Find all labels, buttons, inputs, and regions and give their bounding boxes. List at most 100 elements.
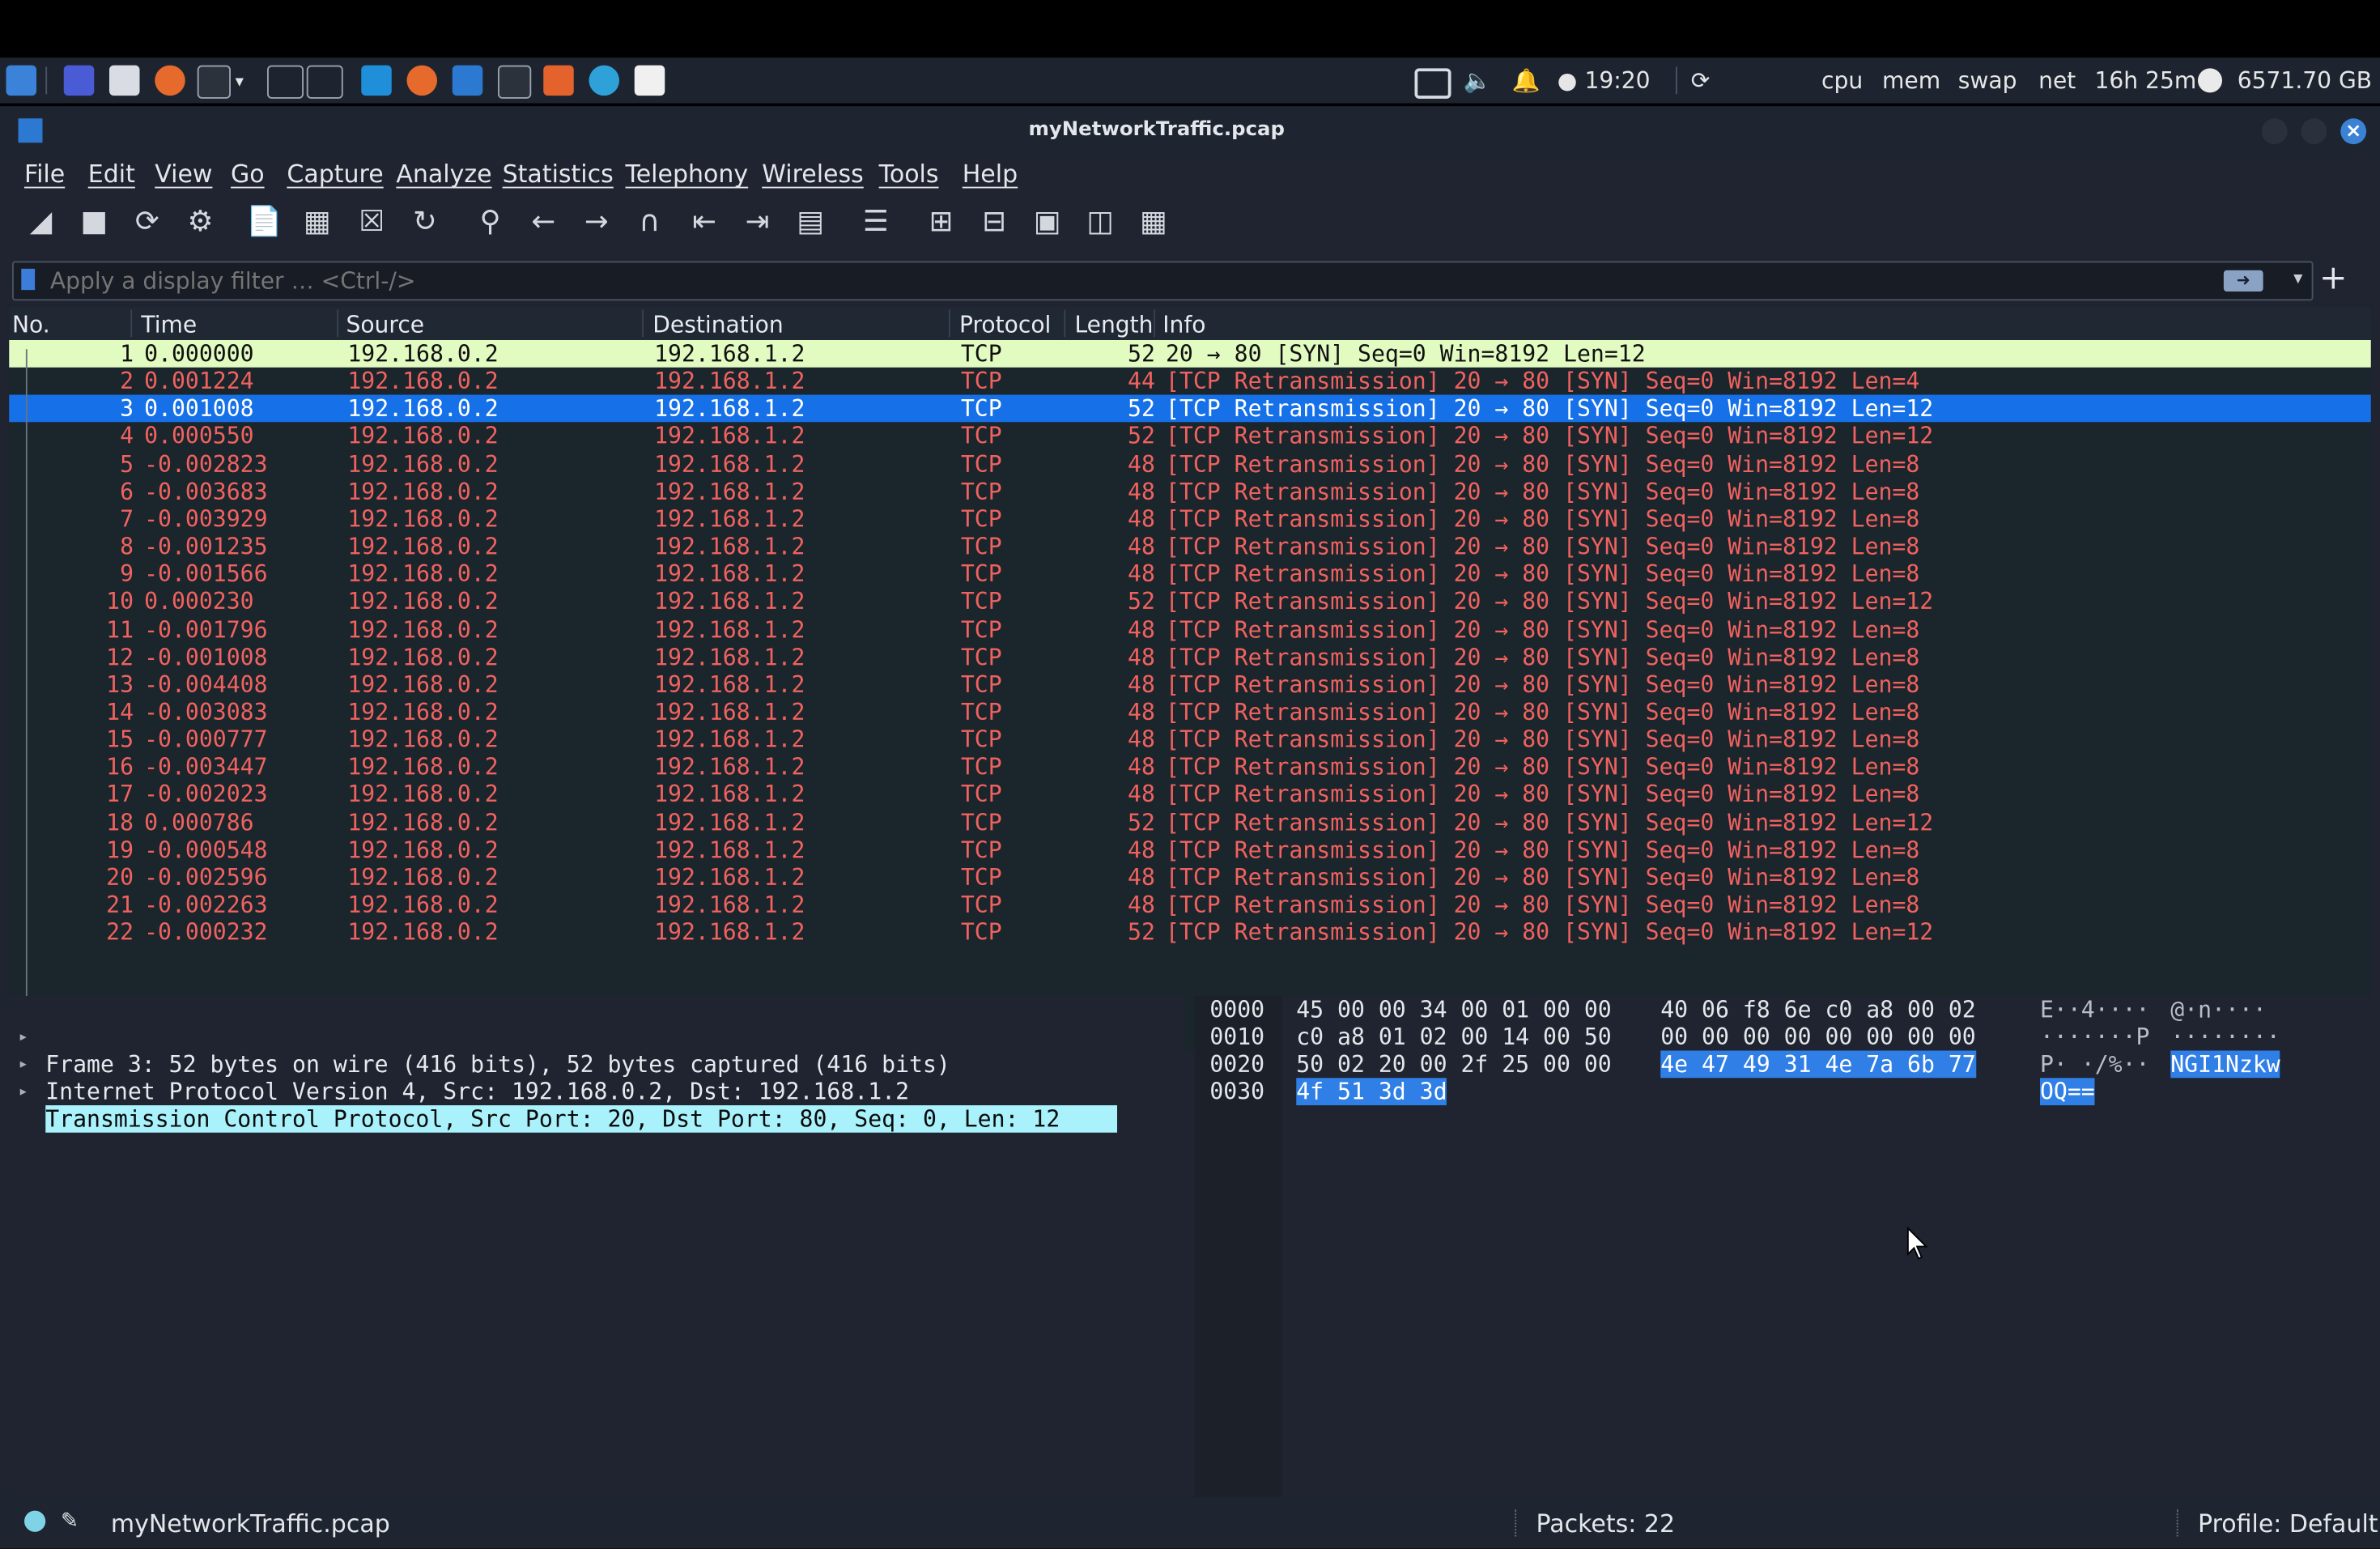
byte-hex[interactable]: 00 00 00 00 00 00 00 00 (1660, 1023, 1975, 1051)
restart-capture-icon[interactable]: ⟳ (128, 202, 168, 241)
expert-info-icon[interactable] (24, 1510, 46, 1532)
apply-filter-icon[interactable]: ➜ (2223, 270, 2263, 292)
colorize-icon[interactable]: ☰ (856, 202, 896, 241)
packet-row[interactable]: 10 0.000230 192.168.0.2 192.168.1.2 TCP 52 [TC… (9, 588, 2371, 615)
byte-ascii-selected[interactable]: OQ== (2040, 1078, 2095, 1105)
start-capture-icon[interactable]: ◢ (21, 202, 61, 241)
zoom-in-icon[interactable]: ⊞ (921, 202, 961, 241)
add-filter-button[interactable]: + (2319, 261, 2348, 298)
packet-row[interactable]: 18 0.000786 192.168.0.2 192.168.1.2 TCP 52 [TC… (9, 809, 2371, 836)
close-file-icon[interactable]: ☒ (352, 202, 392, 241)
screen-icon[interactable] (1414, 68, 1451, 99)
byte-hex-selected[interactable]: 4e 47 49 31 4e 7a 6b 77 (1660, 1050, 1976, 1079)
packet-row[interactable]: 8 -0.001235 192.168.0.2 192.168.1.2 TCP 48 [TC… (9, 533, 2371, 560)
packet-list[interactable]: No. Time Source Destination Protocol Len… (9, 306, 2371, 1051)
workspace-2-icon[interactable] (306, 65, 343, 99)
refresh-icon[interactable]: ⟳ (1691, 67, 1711, 95)
firefox-running-icon[interactable] (406, 65, 437, 96)
app-launcher-icon[interactable] (361, 65, 392, 96)
burp-icon[interactable] (543, 65, 574, 96)
menu-analyze[interactable]: Analyze (396, 160, 491, 189)
packet-bytes-pane[interactable]: 0000 45 00 00 34 00 01 00 00 40 06 f8 6e… (1194, 996, 2371, 1497)
packet-row[interactable]: 7 -0.003929 192.168.0.2 192.168.1.2 TCP 48 [TC… (9, 505, 2371, 533)
resize-columns-icon[interactable]: ◫ (1081, 202, 1120, 241)
menu-view[interactable]: View (155, 160, 212, 189)
stop-capture-icon[interactable]: ■ (74, 202, 114, 241)
maximize-button[interactable] (2301, 118, 2327, 145)
column-header-protocol[interactable]: Protocol (959, 311, 1051, 338)
menu-edit[interactable]: Edit (88, 160, 135, 189)
packet-row[interactable]: 21 -0.002263 192.168.0.2 192.168.1.2 TCP 48 [T… (9, 892, 2371, 919)
display-filter-input[interactable] (47, 262, 2178, 300)
column-header-destination[interactable]: Destination (652, 311, 783, 338)
menu-telephony[interactable]: Telephony (626, 160, 749, 189)
packet-row[interactable]: 1 0.000000 192.168.0.2 192.168.1.2 TCP 52 20 →… (9, 340, 2371, 368)
packet-row[interactable]: 13 -0.004408 192.168.0.2 192.168.1.2 TCP 48 [T… (9, 670, 2371, 698)
menu-tools[interactable]: Tools (879, 160, 939, 189)
packet-row[interactable]: 22 -0.000232 192.168.0.2 192.168.1.2 TCP 52 [T… (9, 919, 2371, 947)
volume-icon[interactable]: 🔈 (1464, 67, 1492, 95)
notification-bell-icon[interactable]: 🔔 (1512, 67, 1541, 95)
last-packet-icon[interactable]: ⇥ (737, 202, 777, 241)
column-header-length[interactable]: Length (1075, 311, 1154, 338)
packet-row[interactable]: 11 -0.001796 192.168.0.2 192.168.1.2 TCP 48 [T… (9, 615, 2371, 643)
chevron-down-icon[interactable]: ▾ (236, 71, 244, 91)
packet-row[interactable]: 17 -0.002023 192.168.0.2 192.168.1.2 TCP 48 [T… (9, 781, 2371, 808)
go-to-packet-icon[interactable]: ∩ (630, 202, 669, 241)
column-header-source[interactable]: Source (346, 311, 425, 338)
column-header-time[interactable]: Time (141, 311, 197, 338)
byte-ascii[interactable]: E··4···· (2040, 996, 2149, 1023)
byte-hex-selected[interactable]: 4f 51 3d 3d (1296, 1078, 1447, 1105)
document-viewer-icon[interactable] (634, 65, 665, 96)
packet-row[interactable]: 14 -0.003083 192.168.0.2 192.168.1.2 TCP 48 [T… (9, 698, 2371, 726)
autoscroll-icon[interactable]: ▤ (791, 202, 831, 241)
layout-icon[interactable]: ▦ (1134, 202, 1174, 241)
packet-row[interactable]: 5 -0.002823 192.168.0.2 192.168.1.2 TCP 48 [TC… (9, 450, 2371, 478)
vertical-splitter[interactable] (1188, 996, 1195, 1497)
save-file-icon[interactable]: ▦ (298, 202, 338, 241)
minimize-button[interactable] (2261, 118, 2288, 145)
packet-row[interactable]: 2 0.001224 192.168.0.2 192.168.1.2 TCP 44 [TCP… (9, 368, 2371, 395)
menu-help[interactable]: Help (963, 160, 1018, 189)
detail-row-frame[interactable]: ▸ Frame 3: 52 bytes on wire (416 bits), … (9, 996, 950, 1079)
packet-row[interactable]: 9 -0.001566 192.168.0.2 192.168.1.2 TCP 48 [TC… (9, 560, 2371, 588)
reload-file-icon[interactable]: ↻ (406, 202, 445, 241)
terminal-icon[interactable] (197, 65, 231, 99)
go-forward-icon[interactable]: → (577, 202, 617, 241)
packet-details-pane[interactable]: ▸ Frame 3: 52 bytes on wire (416 bits), … (9, 996, 1184, 1497)
first-packet-icon[interactable]: ⇤ (685, 202, 725, 241)
byte-ascii[interactable]: @·n···· (2170, 996, 2267, 1023)
wireshark-running-icon[interactable] (452, 65, 483, 96)
packet-row[interactable]: 4 0.000550 192.168.0.2 192.168.1.2 TCP 52 [TCP… (9, 423, 2371, 450)
status-profile[interactable]: Profile: Default (2198, 1509, 2378, 1538)
zoom-out-icon[interactable]: ⊟ (975, 202, 1014, 241)
packet-row[interactable]: 3 0.001008 192.168.0.2 192.168.1.2 TCP 52 [TCP… (9, 395, 2371, 423)
column-header-info[interactable]: Info (1162, 311, 1205, 338)
packet-row[interactable]: 12 -0.001008 192.168.0.2 192.168.1.2 TCP 48 [T… (9, 643, 2371, 670)
app-menu-icon[interactable] (6, 65, 36, 96)
filter-history-chevron-icon[interactable]: ▾ (2293, 267, 2302, 288)
clock-time[interactable]: 19:20 (1585, 67, 1651, 95)
byte-hex[interactable]: 50 02 20 00 2f 25 00 00 (1296, 1051, 1611, 1079)
menu-file[interactable]: File (24, 160, 65, 189)
byte-hex[interactable]: 45 00 00 34 00 01 00 00 (1296, 996, 1611, 1023)
byte-ascii[interactable]: ·······P (2040, 1023, 2149, 1051)
packet-row[interactable]: 6 -0.003683 192.168.0.2 192.168.1.2 TCP 48 [TC… (9, 478, 2371, 505)
firefox-icon[interactable] (155, 65, 185, 96)
normal-size-icon[interactable]: ▣ (1027, 202, 1067, 241)
expand-arrow-icon[interactable]: ▸ (19, 1078, 28, 1105)
packet-row[interactable]: 20 -0.002596 192.168.0.2 192.168.1.2 TCP 48 [T… (9, 864, 2371, 892)
packet-row[interactable]: 19 -0.000548 192.168.0.2 192.168.1.2 TCP 48 [T… (9, 836, 2371, 864)
capture-options-icon[interactable]: ⚙ (181, 202, 220, 241)
workspace-1-icon[interactable] (267, 65, 304, 99)
close-button[interactable]: × (2340, 118, 2367, 145)
byte-ascii[interactable]: ········ (2170, 1023, 2280, 1051)
open-file-icon[interactable]: 📄 (244, 202, 284, 241)
detail-row-tcp[interactable]: ▸ Transmission Control Protocol, Src Por… (9, 1051, 1184, 1133)
find-packet-icon[interactable]: ⚲ (470, 202, 510, 241)
terminal-running-icon[interactable] (498, 65, 532, 99)
detail-row-ipv4[interactable]: ▸ Internet Protocol Version 4, Src: 192.… (9, 1023, 910, 1105)
file-manager-icon[interactable] (109, 65, 140, 96)
packet-row[interactable]: 15 -0.000777 192.168.0.2 192.168.1.2 TCP 48 [T… (9, 726, 2371, 753)
byte-hex[interactable]: 40 06 f8 6e c0 a8 00 02 (1660, 996, 1975, 1023)
